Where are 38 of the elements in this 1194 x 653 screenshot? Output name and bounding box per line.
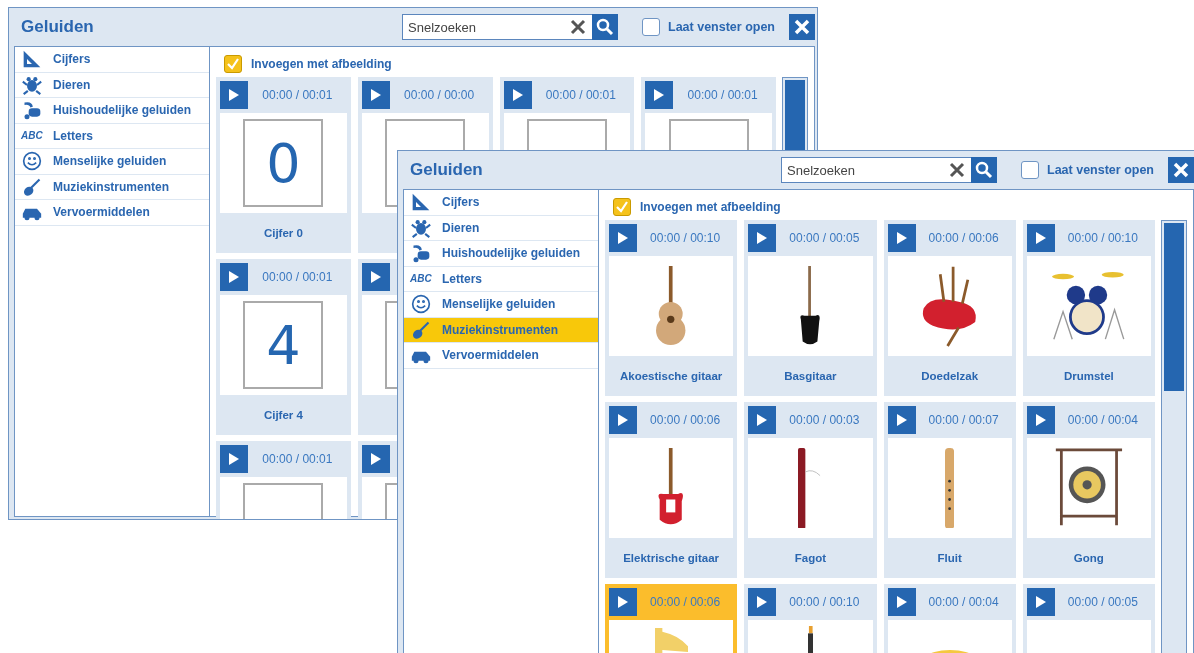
sound-label: Cijfer 0 [263, 227, 303, 239]
window-title: Geluiden [410, 160, 484, 180]
playback-time: 00:00 / 00:00 [403, 88, 476, 102]
playback-time: 00:00 / 00:01 [261, 270, 334, 284]
sound-label: Fagot [794, 552, 827, 564]
playback-time: 00:00 / 00:03 [788, 413, 861, 427]
sound-label: Akoestische gitaar [620, 370, 723, 382]
letters-icon: ABC [410, 273, 432, 285]
playback-time: 00:00 / 00:06 [649, 413, 722, 427]
sound-label: Elektrische gitaar [623, 552, 720, 564]
playback-time: 00:00 / 00:05 [1066, 595, 1139, 609]
playback-time: 00:00 / 00:04 [927, 595, 1000, 609]
window-title: Geluiden [21, 17, 95, 37]
digit: 0 [266, 131, 301, 195]
checkbox-label: Laat venster open [668, 20, 775, 34]
sound-label: Gong [1073, 552, 1104, 564]
playback-time: 00:00 / 00:10 [1066, 231, 1139, 245]
sound-label: Cijfer 4 [263, 409, 303, 421]
playback-time: 00:00 / 00:01 [686, 88, 759, 102]
checkbox-label: Invoegen met afbeelding [251, 57, 392, 71]
sound-label: Drumstel [1063, 370, 1114, 382]
playback-time: 00:00 / 00:06 [649, 595, 722, 609]
playback-time: 00:00 / 00:01 [544, 88, 617, 102]
playback-time: 00:00 / 00:07 [927, 413, 1000, 427]
playback-time: 00:00 / 00:10 [649, 231, 722, 245]
playback-time: 00:00 / 00:05 [788, 231, 861, 245]
playback-time: 00:00 / 00:06 [927, 231, 1000, 245]
sound-label: Basgitaar [784, 370, 837, 382]
playback-time: 00:00 / 00:10 [788, 595, 861, 609]
checkbox-label: Laat venster open [1047, 163, 1154, 177]
playback-time: 00:00 / 00:01 [261, 88, 334, 102]
sound-label: Doedelzak [921, 370, 979, 382]
playback-time: 00:00 / 00:04 [1066, 413, 1139, 427]
sound-label: Fluit [937, 552, 962, 564]
checkbox-label: Invoegen met afbeelding [640, 200, 781, 214]
letters-icon: ABC [21, 130, 43, 142]
digit: 4 [266, 313, 301, 377]
playback-time: 00:00 / 00:01 [261, 452, 334, 466]
